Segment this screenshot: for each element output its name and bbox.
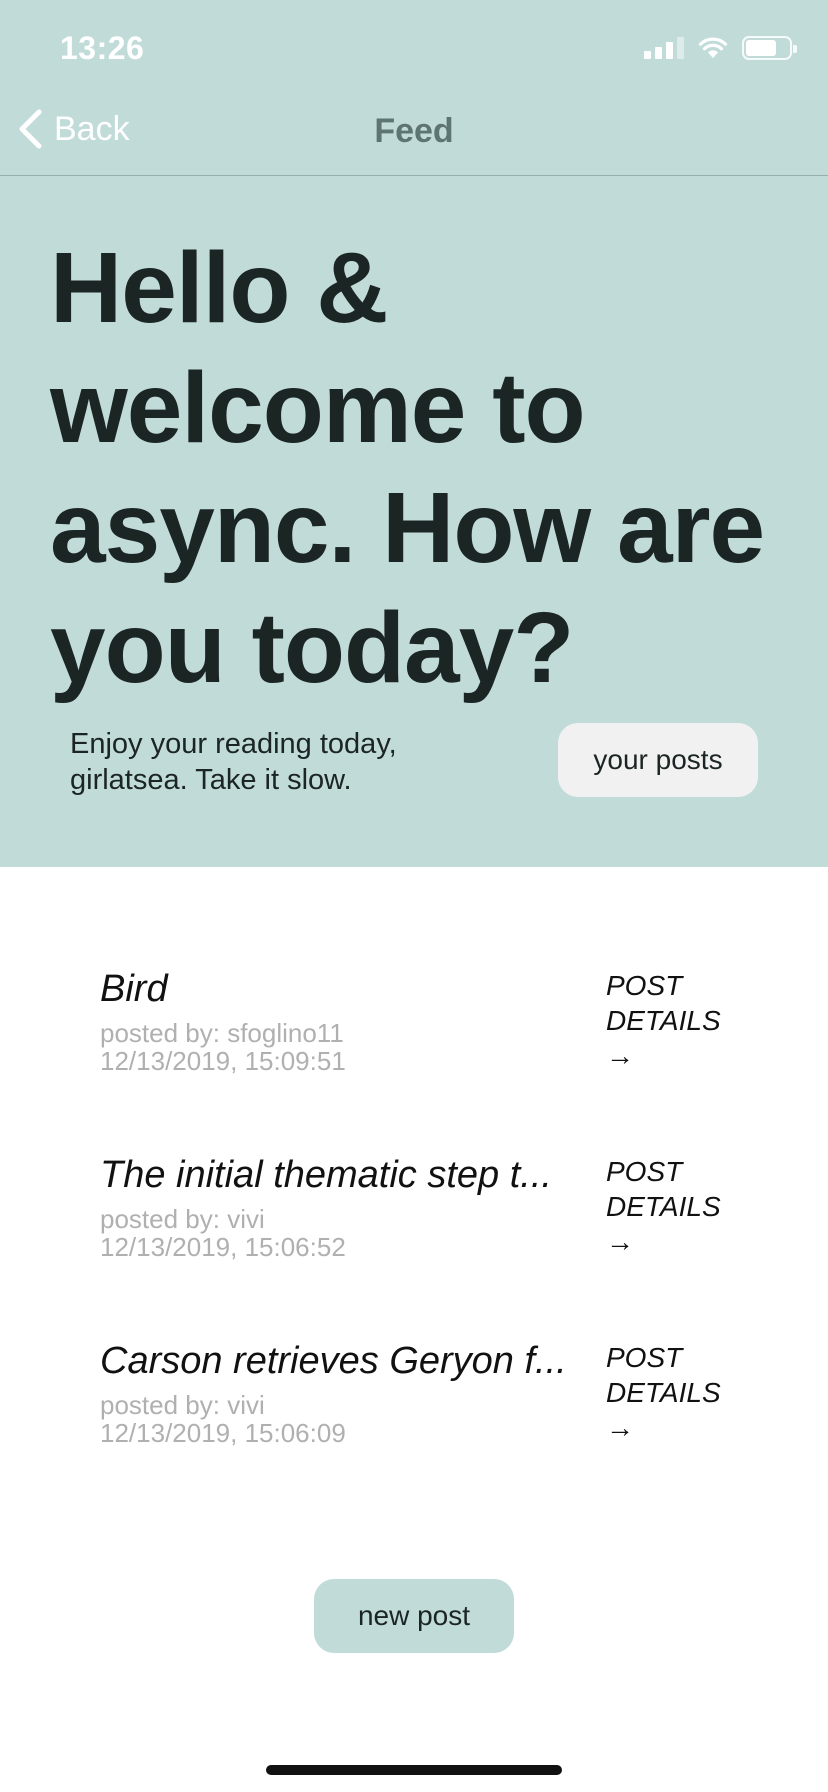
hero-title: Hello & welcome to async. How are you to… <box>50 232 765 704</box>
post-date: 12/13/2019, 15:06:52 <box>100 1232 346 1262</box>
post-date: 12/13/2019, 15:06:09 <box>100 1418 346 1448</box>
arrow-right-icon: → <box>606 1412 634 1443</box>
post-item: Carson retrieves Geryon f... posted by: … <box>0 1340 828 1450</box>
post-item: Bird posted by: sfoglino11 12/13/2019, 1… <box>0 968 828 1078</box>
status-time: 13:26 <box>60 30 145 66</box>
post-details-label: POST DETAILS <box>606 1156 721 1222</box>
new-post-button[interactable]: new post <box>314 1579 514 1653</box>
post-title: Bird <box>100 968 168 1010</box>
arrow-right-icon: → <box>606 1226 634 1257</box>
post-item: The initial thematic step t... posted by… <box>0 1154 828 1264</box>
navigation-bar: Back Feed <box>0 90 828 176</box>
post-details-link[interactable]: POST DETAILS → <box>606 1340 756 1445</box>
post-details-link[interactable]: POST DETAILS → <box>606 968 756 1073</box>
cellular-signal-icon <box>644 37 684 59</box>
post-title: The initial thematic step t... <box>100 1154 552 1196</box>
post-date: 12/13/2019, 15:09:51 <box>100 1046 346 1076</box>
home-indicator[interactable] <box>266 1765 562 1775</box>
wifi-icon <box>698 37 728 58</box>
post-author: posted by: sfoglino11 <box>100 1018 344 1048</box>
battery-icon <box>742 36 797 60</box>
post-author: posted by: vivi <box>100 1390 265 1420</box>
hero-subtitle: Enjoy your reading today, girlatsea. Tak… <box>70 728 397 796</box>
nav-title: Feed <box>374 112 454 150</box>
post-author: posted by: vivi <box>100 1204 265 1234</box>
arrow-right-icon: → <box>606 1040 634 1071</box>
your-posts-button[interactable]: your posts <box>558 723 758 797</box>
post-details-label: POST DETAILS <box>606 970 721 1036</box>
status-icons <box>644 36 797 60</box>
post-title: Carson retrieves Geryon f... <box>100 1340 567 1382</box>
feed-header-area: 13:26 Back Feed Hello & welcome to async… <box>0 0 828 867</box>
post-details-label: POST DETAILS <box>606 1342 721 1408</box>
post-details-link[interactable]: POST DETAILS → <box>606 1154 756 1259</box>
